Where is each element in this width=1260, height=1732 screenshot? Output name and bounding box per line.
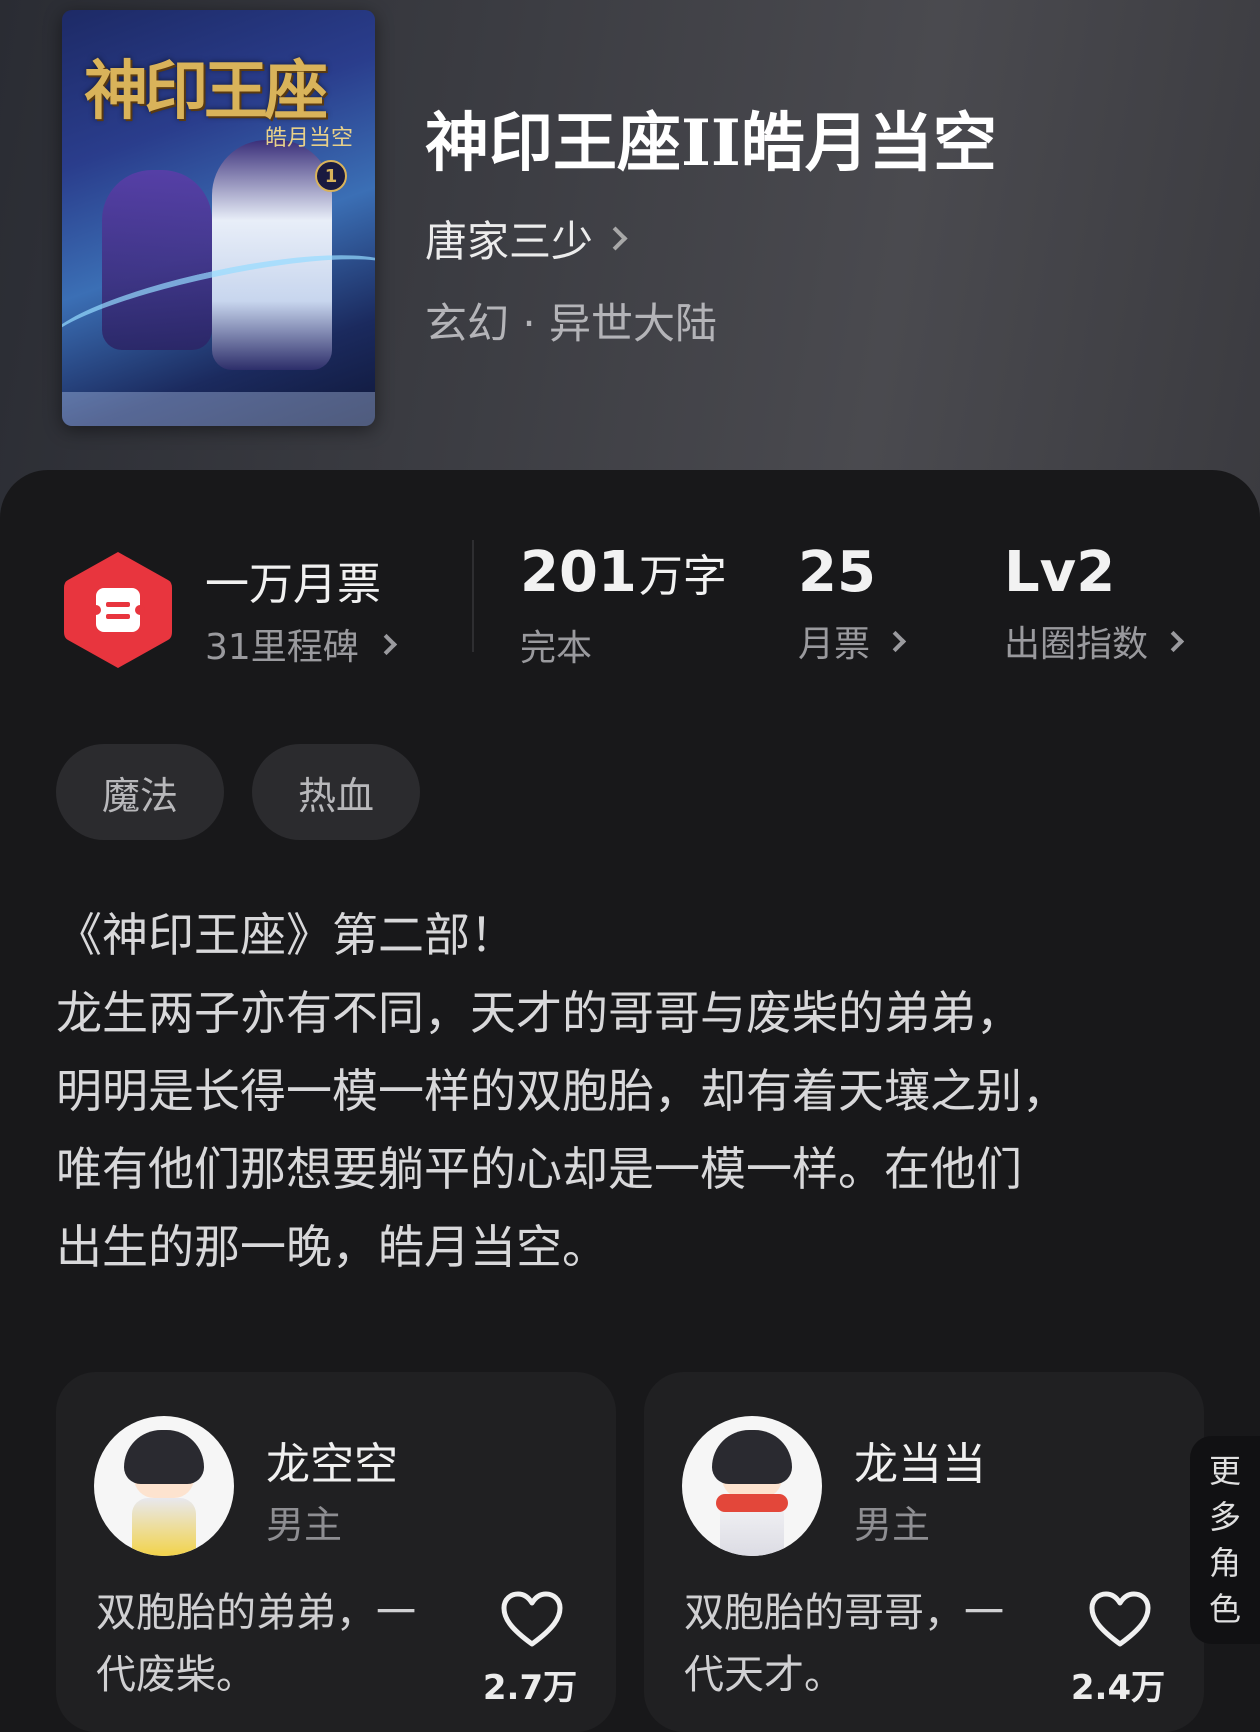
word-count-unit: 万字 [638,551,727,602]
avatar-hair [124,1430,204,1484]
avatar-body [132,1498,196,1556]
like-count: 2.7万 [482,1668,578,1708]
author-link[interactable]: 唐家三少 [425,208,628,269]
character-description-line: 双胞胎的弟弟，一 [96,1590,416,1636]
circle-index-number: Lv2 [1004,540,1116,605]
description-line: 明明是长得一模一样的双胞胎，却有着天壤之别， [56,1064,1068,1118]
book-cover-image[interactable]: 神印王座 皓月当空 1 [62,10,375,426]
tag-magic[interactable]: 魔法 [56,744,224,840]
character-avatar [682,1416,822,1556]
stat-divider [472,540,474,652]
completion-status: 完本 [520,628,593,669]
author-name: 唐家三少 [425,217,594,266]
character-avatar [94,1416,234,1556]
cover-title-text: 神印王座 [84,54,328,129]
avatar-scarf [716,1494,788,1512]
tag-hot-blood[interactable]: 热血 [252,744,420,840]
character-name: 龙空空 [266,1439,398,1490]
word-count-number: 201 [520,540,637,605]
monthly-votes-stat[interactable]: 25 月票 [798,535,907,667]
cover-volume-badge: 1 [315,160,347,192]
description-line: 出生的那一晚，皓月当空。 [56,1220,608,1274]
milestone-link[interactable]: 31里程碑 [205,618,397,670]
monthly-votes-label: 月票 [798,624,871,665]
word-count-stat: 201万字 完本 [520,535,727,671]
more-roles-char: 色 [1208,1590,1241,1628]
book-genre: 玄幻 · 异世大陆 [425,299,718,348]
milestone-title[interactable]: 一万月票 [205,548,381,612]
description-line: 《神印王座》第二部！ [56,908,516,962]
chevron-right-icon [375,633,397,655]
character-description-line: 代废柴。 [96,1652,256,1698]
character-card[interactable]: 龙当当 男主 双胞胎的哥哥，一 代天才。 2.4万 [644,1372,1204,1732]
book-description: 《神印王座》第二部！ 龙生两子亦有不同，天才的哥哥与废柴的弟弟， 明明是长得一模… [56,896,1216,1286]
character-description-line: 双胞胎的哥哥，一 [684,1590,1004,1636]
description-line: 龙生两子亦有不同，天才的哥哥与废柴的弟弟， [56,986,1022,1040]
chevron-right-icon [1162,630,1185,652]
ticket-hexagon-icon[interactable] [62,548,174,672]
chevron-right-icon [603,226,628,251]
character-card[interactable]: 龙空空 男主 双胞胎的弟弟，一 代废柴。 2.7万 [56,1372,616,1732]
more-roles-button[interactable]: 更 多 角 色 [1190,1436,1260,1644]
more-roles-char: 多 [1208,1498,1241,1536]
milestone-sub: 31里程碑 [205,627,359,668]
chevron-right-icon [884,630,907,652]
character-description: 双胞胎的哥哥，一 代天才。 [684,1582,1054,1706]
like-count: 2.4万 [1070,1668,1166,1708]
circle-index-label: 出圈指数 [1004,624,1149,665]
avatar-hair [712,1430,792,1484]
character-description: 双胞胎的弟弟，一 代废柴。 [96,1582,466,1706]
heart-outline-icon[interactable] [1088,1590,1152,1650]
more-roles-char: 更 [1208,1452,1241,1490]
monthly-votes-number: 25 [798,540,876,605]
circle-index-stat[interactable]: Lv2 出圈指数 [1004,535,1185,667]
character-name: 龙当当 [854,1439,986,1490]
character-role: 男主 [266,1503,343,1547]
description-line: 唯有他们那想要躺平的心却是一模一样。在他们 [56,1142,1022,1196]
character-role: 男主 [854,1503,931,1547]
book-title: 神印王座II皓月当空 [425,106,997,181]
cover-subtitle-text: 皓月当空 [264,126,353,151]
heart-outline-icon[interactable] [500,1590,564,1650]
cover-publisher-bar [62,392,375,426]
more-roles-char: 角 [1208,1544,1241,1582]
character-description-line: 代天才。 [684,1652,844,1698]
